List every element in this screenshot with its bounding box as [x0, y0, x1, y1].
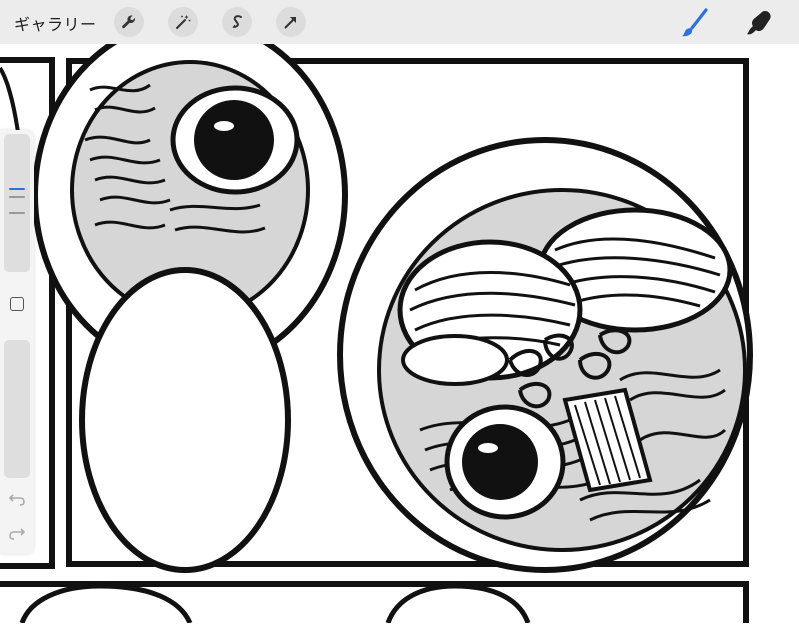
smudge-tool-button[interactable]: [742, 6, 776, 40]
magic-wand-icon: [176, 15, 191, 29]
gallery-button[interactable]: ギャラリー: [14, 11, 97, 35]
redo-icon[interactable]: [8, 526, 26, 540]
actions-button[interactable]: [114, 7, 144, 37]
smudge-icon: [747, 11, 771, 35]
left-sidebar: [0, 130, 34, 554]
brush-tool-button[interactable]: [678, 6, 712, 40]
size-slider-handle[interactable]: [9, 188, 25, 190]
modify-button[interactable]: [10, 297, 24, 311]
brush-size-slider[interactable]: [4, 134, 30, 272]
wrench-icon: [122, 15, 136, 29]
selection-button[interactable]: [222, 7, 252, 37]
transform-arrow-icon: [284, 17, 296, 29]
size-slider-marker: [9, 212, 25, 214]
size-slider-marker: [9, 196, 25, 198]
top-toolbar: ギャラリー: [0, 0, 799, 44]
drawing-canvas[interactable]: [0, 17, 799, 625]
brush-icon: [682, 8, 708, 37]
ramen-illustration: [0, 17, 753, 625]
undo-icon[interactable]: [8, 492, 26, 506]
opacity-slider[interactable]: [4, 340, 30, 478]
transform-button[interactable]: [276, 7, 306, 37]
adjustments-button[interactable]: [168, 7, 198, 37]
selection-s-icon: [232, 15, 242, 28]
